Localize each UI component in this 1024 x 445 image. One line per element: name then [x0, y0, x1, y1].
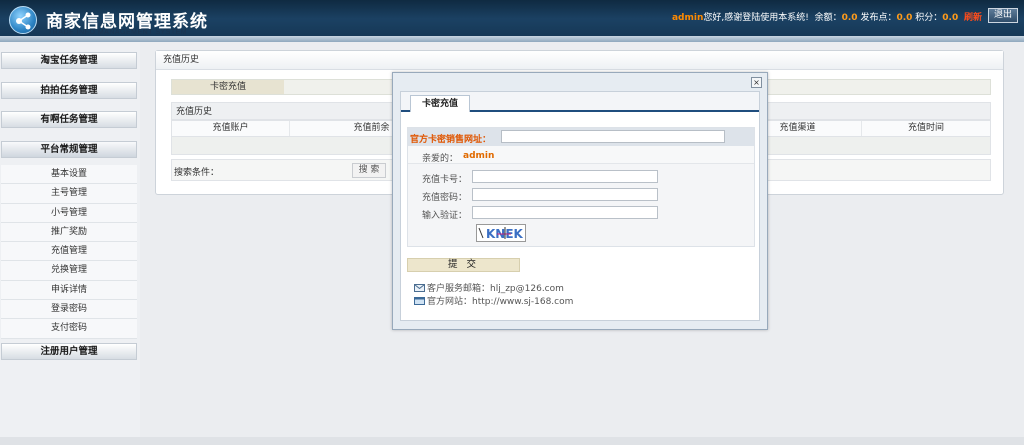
points-value: 0.0 [942, 13, 959, 23]
sidebar-section-paipai[interactable]: 拍拍任务管理 [1, 82, 137, 99]
column-header-account: 充值账户 [172, 121, 290, 136]
username: admin [671, 13, 704, 23]
dialog-tab-bar: 卡密充值 [401, 92, 759, 112]
dear-user-row: 亲爱的： admin [408, 146, 754, 164]
sidebar: 淘宝任务管理 拍拍任务管理 有啊任务管理 平台常规管理 基本设置 主号管理 小号… [0, 42, 140, 445]
greeting-text: 您好,感谢登陆使用本系统! [703, 13, 809, 23]
official-site-label: 官方卡密销售网址： [410, 135, 492, 145]
sidebar-item-appeal[interactable]: 申诉详情 [1, 280, 137, 301]
dialog-body: 卡密充值 官方卡密销售网址： 亲爱的： admin 充值卡号： 充值密码： 输入… [400, 91, 760, 321]
tab-card-recharge-dialog[interactable]: 卡密充值 [410, 95, 470, 112]
sidebar-section-taobao[interactable]: 淘宝任务管理 [1, 52, 137, 69]
points-label: 积分： [915, 13, 943, 23]
close-icon[interactable]: × [751, 77, 762, 88]
logout-button[interactable]: 退出 [988, 8, 1018, 23]
site-line: 官方网站：http://www.sj-168.com [414, 294, 573, 307]
publish-label: 发布点： [860, 13, 897, 23]
dear-label: 亲爱的： [422, 154, 459, 164]
search-button[interactable]: 搜 索 [352, 163, 386, 178]
card-number-label: 充值卡号： [422, 175, 468, 185]
balance-label: 余额： [814, 13, 842, 23]
sidebar-item-exchange[interactable]: 兑换管理 [1, 261, 137, 281]
app-subtitle: TRADE INFO MANAGEMENT SYSTEM [48, 29, 188, 36]
search-label: 搜索条件： [174, 168, 220, 178]
sidebar-item-promotion[interactable]: 推广奖励 [1, 222, 137, 243]
breadcrumb: 充值历史 [156, 51, 1003, 70]
tab-card-recharge[interactable]: 卡密充值 [172, 80, 284, 94]
sidebar-item-recharge[interactable]: 充值管理 [1, 242, 137, 262]
website-icon [414, 297, 425, 305]
email-text: 客户服务邮箱：hlj_zp@126.com [427, 284, 564, 294]
sidebar-item-main-account[interactable]: 主号管理 [1, 184, 137, 204]
publish-value: 0.0 [896, 13, 913, 23]
logo-icon [9, 6, 37, 34]
card-password-input[interactable] [472, 188, 658, 201]
sidebar-section-users[interactable]: 注册用户管理 [1, 343, 137, 360]
sidebar-submenu: 基本设置 主号管理 小号管理 推广奖励 充值管理 兑换管理 申诉详情 登录密码 … [1, 165, 137, 339]
bottom-bar [0, 437, 1024, 445]
refresh-link[interactable]: 刷新 [964, 13, 982, 23]
column-header-time: 充值时间 [907, 123, 944, 133]
sidebar-item-basic-settings[interactable]: 基本设置 [1, 165, 137, 185]
verify-label: 输入验证： [422, 211, 468, 221]
user-status-bar: admin您好,感谢登陆使用本系统! 余额：0.0 发布点：0.0 积分：0.0… [672, 10, 982, 23]
sidebar-section-youa[interactable]: 有啊任务管理 [1, 111, 137, 128]
captcha-image[interactable]: KNEK [476, 224, 526, 242]
card-number-input[interactable] [472, 170, 658, 183]
sidebar-item-login-password[interactable]: 登录密码 [1, 300, 137, 320]
recharge-form: 官方卡密销售网址： 亲爱的： admin 充值卡号： 充值密码： 输入验证： K… [407, 127, 755, 247]
email-line: 客户服务邮箱：hlj_zp@126.com [414, 281, 564, 294]
verify-input[interactable] [472, 206, 658, 219]
sidebar-item-sub-account[interactable]: 小号管理 [1, 203, 137, 223]
sidebar-item-pay-password[interactable]: 支付密码 [1, 319, 137, 339]
recharge-dialog: × 卡密充值 官方卡密销售网址： 亲爱的： admin 充值卡号： 充值密码： … [392, 72, 768, 330]
official-site-row: 官方卡密销售网址： [408, 128, 754, 146]
site-text: 官方网站：http://www.sj-168.com [427, 297, 574, 307]
header-stripe: TRADE INFO MANAGEMENT SYSTEM [0, 29, 1024, 42]
official-site-field[interactable] [501, 130, 725, 143]
mail-icon [414, 284, 425, 292]
sidebar-section-platform[interactable]: 平台常规管理 [1, 141, 137, 158]
card-password-label: 充值密码： [422, 193, 468, 203]
dear-username: admin [463, 151, 495, 161]
balance-value: 0.0 [841, 13, 858, 23]
submit-button[interactable]: 提 交 [407, 258, 520, 272]
